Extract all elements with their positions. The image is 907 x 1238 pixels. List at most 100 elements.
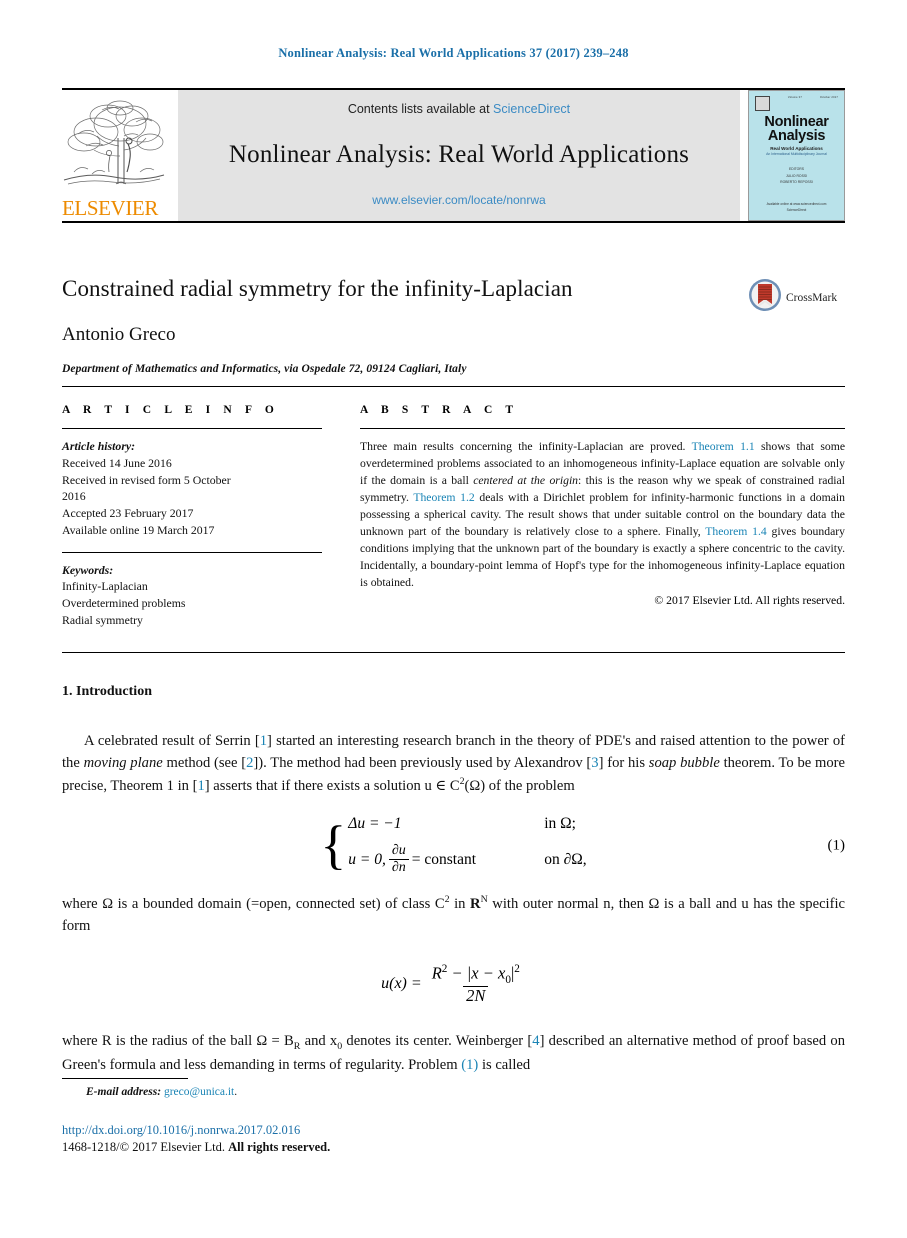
keywords-label: Keywords:: [62, 562, 114, 577]
crossmark-icon: [748, 278, 782, 317]
footnote-email: E-mail address: greco@unica.it.: [62, 1086, 662, 1098]
equation-1-row-1: Δu = −1 in Ω;: [348, 815, 586, 833]
cover-topbar-right: October 2017: [819, 96, 838, 99]
cover-footer-line1: Available online at www.sciencedirect.co…: [766, 202, 827, 207]
cover-topbar-mid: Volume 37: [787, 96, 802, 99]
history-item-received: Received 14 June 2016: [62, 455, 172, 470]
abstract-rule: [360, 428, 845, 429]
p1-italic-soap-bubble: soap bubble: [648, 755, 720, 772]
article-page: Nonlinear Analysis: Real World Applicati…: [0, 0, 907, 1238]
journal-cover-thumbnail[interactable]: Volume 37 October 2017 Nonlinear Analysi…: [748, 90, 845, 221]
p2-seg-b: in: [449, 895, 471, 912]
eq2-num-R: R: [431, 963, 442, 983]
email-link[interactable]: greco@unica.it: [164, 1086, 234, 1098]
equation-2: u(x) = R2 − |x − x0|2 2N: [62, 963, 845, 1006]
issn-prefix: 1468-1218/© 2017 Elsevier Ltd.: [62, 1140, 229, 1155]
p3-seg-e: is called: [478, 1056, 531, 1073]
equation-1-cases: { Δu = −1 in Ω; u = 0, ∂u ∂n = constant …: [320, 815, 586, 875]
p1-seg-h: (Ω) of the problem: [464, 778, 575, 795]
issn-copyright-line: 1468-1218/© 2017 Elsevier Ltd. All right…: [62, 1139, 662, 1156]
equation-1-row-2: u = 0, ∂u ∂n = constant on ∂Ω,: [348, 843, 586, 875]
article-info-rule: [62, 428, 322, 429]
cover-elsevier-mark-icon: [755, 96, 770, 111]
info-abstract-columns: A R T I C L E I N F O Article history: R…: [62, 404, 845, 629]
equation-1-number: (1): [827, 837, 846, 854]
crossmark-badge[interactable]: CrossMark: [748, 278, 907, 317]
abstract-copyright: © 2017 Elsevier Ltd. All rights reserved…: [654, 593, 845, 607]
p3-seg-c: denotes its center. Weinberger [: [342, 1032, 533, 1049]
keyword-item[interactable]: Infinity-Laplacian: [62, 578, 322, 595]
p2-superscript-N: N: [480, 893, 488, 905]
citation-ref-4[interactable]: 4: [532, 1033, 539, 1049]
citation-ref-1[interactable]: 1: [260, 733, 267, 749]
elsevier-logo: ELSEVIER: [62, 90, 170, 221]
section-heading-introduction: 1. Introduction: [62, 684, 152, 699]
contents-prefix: Contents lists available at: [347, 102, 490, 116]
equation-1-brace: {: [320, 814, 347, 875]
contents-available-line: Contents lists available at ScienceDirec…: [348, 102, 570, 116]
equation-1-line1-lhs: Δu = −1: [348, 815, 402, 833]
equation-1-wrapper: { Δu = −1 in Ω; u = 0, ∂u ∂n = constant …: [62, 815, 845, 875]
author-name[interactable]: Antonio Greco: [62, 324, 845, 346]
equation-2-lhs: u(x) =: [381, 975, 422, 992]
email-period: .: [234, 1086, 238, 1098]
article-title-block: Constrained radial symmetry for the infi…: [62, 276, 845, 375]
citation-ref-3[interactable]: 3: [591, 755, 598, 771]
p1-seg-a: A celebrated result of Serrin [: [84, 733, 260, 749]
keyword-item[interactable]: Overdetermined problems: [62, 595, 322, 612]
abstract-label: A B S T R A C T: [360, 404, 519, 416]
equation-1-frac-numerator: ∂u: [391, 843, 406, 859]
equation-2-fraction: R2 − |x − x0|2 2N: [429, 963, 523, 1006]
p1-italic-moving-plane: moving plane: [83, 755, 163, 772]
cover-subtitle2: An International Multidisciplinary Journ…: [766, 152, 827, 157]
abstract-link-theorem-1-2[interactable]: Theorem 1.2: [413, 491, 474, 504]
abstract-link-theorem-1-1[interactable]: Theorem 1.1: [692, 440, 755, 453]
rights-reserved: All rights reserved.: [228, 1140, 331, 1155]
equation-2-denominator: 2N: [463, 986, 489, 1005]
journal-url-link[interactable]: www.elsevier.com/locate/nonrwa: [372, 193, 545, 207]
keywords-rule: [62, 551, 322, 553]
cover-topbar: Volume 37 October 2017: [755, 96, 838, 111]
journal-title[interactable]: Nonlinear Analysis: Real World Applicati…: [229, 141, 689, 169]
equation-1-line1-rhs: in Ω;: [544, 815, 576, 833]
p3-seg-a: where R is the radius of the ball Ω = B: [62, 1032, 294, 1049]
cover-title-line1: Nonlinear: [764, 114, 829, 130]
article-history-label: Article history:: [62, 439, 136, 453]
history-item-revised: Received in revised form 5 October: [62, 472, 231, 487]
p1-seg-g: ] asserts that if there exists a solutio…: [204, 778, 460, 795]
p1-seg-d: ]). The method had been previously used …: [253, 755, 592, 772]
p1-seg-c: method (see [: [162, 755, 247, 772]
equation-1-line2-lhs: u = 0, ∂u ∂n = constant: [348, 843, 544, 875]
eq2-num-sup2: 2: [514, 962, 520, 975]
page-footer: http://dx.doi.org/10.1016/j.nonrwa.2017.…: [62, 1122, 662, 1157]
elsevier-wordmark: ELSEVIER: [62, 196, 158, 220]
equation-1-rows: Δu = −1 in Ω; u = 0, ∂u ∂n = constant on…: [348, 815, 586, 875]
page-title: Constrained radial symmetry for the infi…: [62, 276, 573, 301]
equation-2-numerator: R2 − |x − x0|2: [429, 963, 523, 986]
article-body: 1. Introduction A celebrated result of S…: [62, 684, 845, 1082]
p2-seg-a: where Ω is a bounded domain (=open, conn…: [62, 895, 445, 912]
equation-1-line2-rhs: on ∂Ω,: [544, 850, 587, 868]
footnote-rule: [62, 1078, 188, 1079]
article-info-label: A R T I C L E I N F O: [62, 404, 279, 416]
equation-ref-1[interactable]: (1): [461, 1057, 478, 1073]
sciencedirect-link[interactable]: ScienceDirect: [493, 102, 570, 116]
doi-link[interactable]: http://dx.doi.org/10.1016/j.nonrwa.2017.…: [62, 1122, 662, 1139]
equation-1-line2-lhs-b: = constant: [411, 850, 477, 868]
elsevier-tree-icon: [62, 94, 166, 190]
history-item-online: Available online 19 March 2017: [62, 522, 215, 537]
keyword-item[interactable]: Radial symmetry: [62, 612, 322, 629]
abstract-text: Three main results concerning the infini…: [360, 439, 845, 592]
author-affiliation: Department of Mathematics and Informatic…: [62, 363, 467, 376]
eq2-num-mid: − |x − x: [447, 963, 506, 983]
abstract-link-theorem-1-4[interactable]: Theorem 1.4: [705, 525, 767, 538]
equation-1-line2-lhs-a: u = 0,: [348, 850, 386, 868]
history-item-revised-year: 2016: [62, 489, 86, 504]
paragraph-2: where Ω is a bounded domain (=open, conn…: [62, 892, 845, 937]
citation-ref-1b[interactable]: 1: [197, 778, 204, 794]
article-history-block: Article history: Received 14 June 2016 R…: [62, 438, 322, 539]
cover-footer: Available online at www.sciencedirect.co…: [767, 202, 827, 215]
cover-subtitle: Real World Applications: [770, 146, 823, 152]
article-info-column: A R T I C L E I N F O Article history: R…: [62, 404, 322, 629]
crossmark-label: CrossMark: [786, 291, 838, 304]
